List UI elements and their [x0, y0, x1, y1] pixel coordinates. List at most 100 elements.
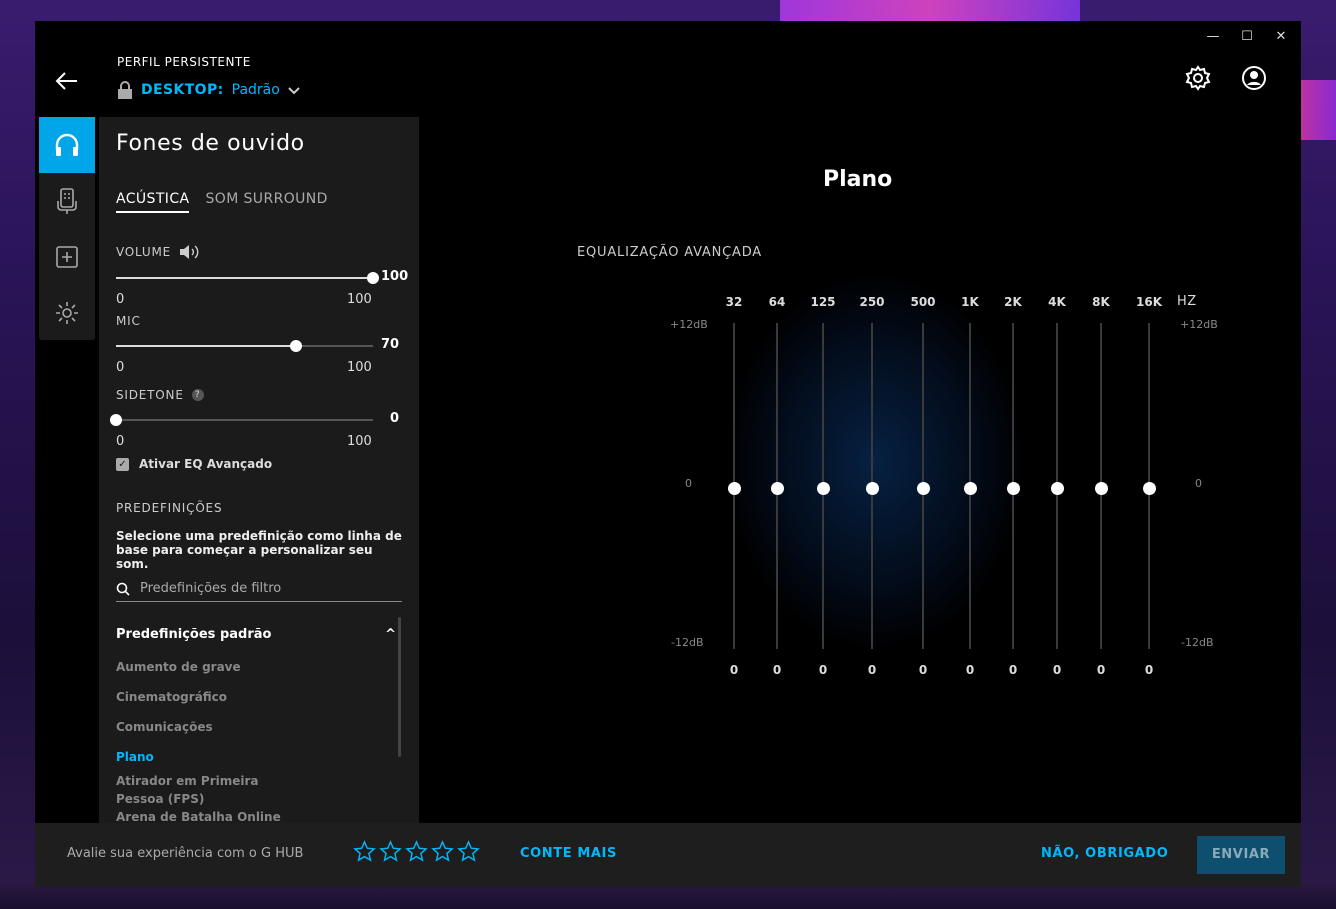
headset-background-image — [725, 271, 1025, 651]
mic-value: 70 — [381, 337, 400, 352]
eq-freq-label: 250 — [859, 295, 885, 309]
eq-band-handle[interactable] — [770, 481, 784, 495]
close-button[interactable]: ✕ — [1271, 29, 1291, 45]
device-nav-rail — [39, 117, 95, 340]
background-neon-light — [1296, 80, 1336, 140]
eq-band-handle[interactable] — [916, 481, 930, 495]
mic-slider[interactable] — [116, 340, 373, 352]
eq-freq-label: 8K — [1092, 295, 1110, 309]
eq-band-handle[interactable] — [727, 481, 741, 495]
rating-stars — [353, 840, 480, 863]
eq-freq-label: 32 — [725, 295, 743, 309]
eq-band-handle[interactable] — [1006, 481, 1020, 495]
back-arrow-icon[interactable] — [55, 71, 79, 91]
mic-slider-handle[interactable] — [289, 340, 302, 352]
db-bottom-left: -12dB — [671, 636, 704, 649]
preset-search[interactable]: Predefinições de filtro — [116, 576, 402, 602]
preset-item[interactable]: Cinematográfico — [116, 688, 227, 706]
eq-band-value: 0 — [818, 663, 828, 677]
volume-label-text: VOLUME — [116, 245, 172, 259]
rail-item-add[interactable] — [39, 229, 95, 285]
send-button[interactable]: ENVIAR — [1197, 836, 1285, 874]
minimize-button[interactable]: — — [1203, 29, 1223, 45]
mic-min: 0 — [116, 360, 125, 375]
rail-item-lighting[interactable] — [39, 285, 95, 341]
plus-square-icon — [56, 246, 78, 268]
feedback-prompt: Avalie sua experiência com o G HUB — [67, 846, 304, 861]
eq-band-value: 0 — [772, 663, 782, 677]
background-neon-sign — [780, 0, 1080, 22]
no-thanks-link[interactable]: NÃO, OBRIGADO — [1041, 846, 1168, 861]
volume-slider[interactable] — [116, 272, 379, 284]
presets-scrollbar[interactable] — [398, 617, 401, 757]
eq-band-handle[interactable] — [1142, 481, 1156, 495]
preset-group-title: Predefinições padrão — [116, 627, 272, 642]
speaker-icon — [180, 245, 199, 259]
preset-item[interactable]: Aumento de grave — [116, 658, 241, 676]
eq-heading: EQUALIZAÇÃO AVANÇADA — [577, 245, 762, 260]
preset-title: Plano — [823, 167, 893, 192]
star-icon[interactable] — [353, 840, 376, 863]
db-top-left: +12dB — [670, 318, 708, 331]
db-zero-left: 0 — [685, 477, 692, 490]
star-icon[interactable] — [457, 840, 480, 863]
volume-value: 100 — [381, 269, 409, 284]
sidetone-min: 0 — [116, 434, 125, 449]
eq-band-value: 0 — [1008, 663, 1018, 677]
profile-device: DESKTOP: — [141, 82, 224, 98]
eq-band-value: 0 — [1096, 663, 1106, 677]
headphones-icon — [55, 133, 79, 156]
star-icon[interactable] — [405, 840, 428, 863]
microphone-icon — [57, 188, 77, 214]
eq-band-handle[interactable] — [865, 481, 879, 495]
search-input[interactable]: Predefinições de filtro — [140, 581, 281, 596]
sidetone-label: SIDETONE ? — [116, 388, 204, 402]
star-icon[interactable] — [379, 840, 402, 863]
eq-freq-label: 2K — [1004, 295, 1022, 309]
sun-icon — [56, 302, 78, 324]
window-controls: — ☐ ✕ — [1203, 29, 1291, 45]
maximize-button[interactable]: ☐ — [1237, 29, 1257, 45]
advanced-eq-label: Ativar EQ Avançado — [139, 457, 273, 471]
eq-freq-label: 500 — [910, 295, 936, 309]
chevron-up-icon[interactable]: ^ — [385, 627, 396, 642]
rail-item-microphone[interactable] — [39, 173, 95, 229]
tab-acoustics[interactable]: ACÚSTICA — [116, 191, 190, 213]
mic-slider-fill — [116, 345, 296, 347]
eq-freq-label: 125 — [810, 295, 836, 309]
gear-icon[interactable] — [1185, 65, 1211, 91]
eq-band-handle[interactable] — [963, 481, 977, 495]
eq-band-handle[interactable] — [816, 481, 830, 495]
eq-freq-label: 4K — [1048, 295, 1066, 309]
advanced-eq-checkbox[interactable]: ✓ — [116, 457, 129, 471]
volume-slider-handle[interactable] — [367, 272, 379, 284]
profile-selector[interactable]: DESKTOP: Padrão — [117, 81, 300, 99]
volume-slider-fill — [116, 277, 373, 279]
eq-band-handle[interactable] — [1050, 481, 1064, 495]
eq-band-handle[interactable] — [1094, 481, 1108, 495]
preset-item[interactable]: Atirador em Primeira Pessoa (FPS) — [116, 772, 266, 808]
preset-group-header[interactable]: Predefinições padrão ^ — [116, 627, 396, 642]
eq-band-value: 0 — [867, 663, 877, 677]
eq-band-value: 0 — [918, 663, 928, 677]
tell-more-link[interactable]: CONTE MAIS — [520, 846, 617, 861]
sidetone-value: 0 — [390, 411, 400, 426]
search-icon — [116, 582, 130, 596]
presets-description: Selecione uma predefinição como linha de… — [116, 529, 402, 571]
preset-item-active[interactable]: Plano — [116, 748, 154, 766]
advanced-eq-toggle[interactable]: ✓ Ativar EQ Avançado — [116, 457, 272, 471]
sidetone-slider-handle[interactable] — [110, 414, 122, 426]
feedback-bar: Avalie sua experiência com o G HUB CONTE… — [35, 823, 1301, 887]
sidetone-slider[interactable] — [110, 414, 373, 426]
mic-label: MIC — [116, 314, 141, 328]
rail-item-headphones[interactable] — [39, 117, 95, 173]
tab-bar: ACÚSTICA SOM SURROUND — [116, 191, 328, 213]
help-icon[interactable]: ? — [191, 389, 204, 401]
preset-item[interactable]: Comunicações — [116, 718, 213, 736]
chevron-down-icon — [288, 87, 300, 95]
user-account-icon[interactable] — [1241, 65, 1267, 91]
star-icon[interactable] — [431, 840, 454, 863]
volume-max: 100 — [347, 292, 372, 307]
tab-surround[interactable]: SOM SURROUND — [205, 191, 327, 213]
eq-freq-label: 16K — [1136, 295, 1162, 309]
